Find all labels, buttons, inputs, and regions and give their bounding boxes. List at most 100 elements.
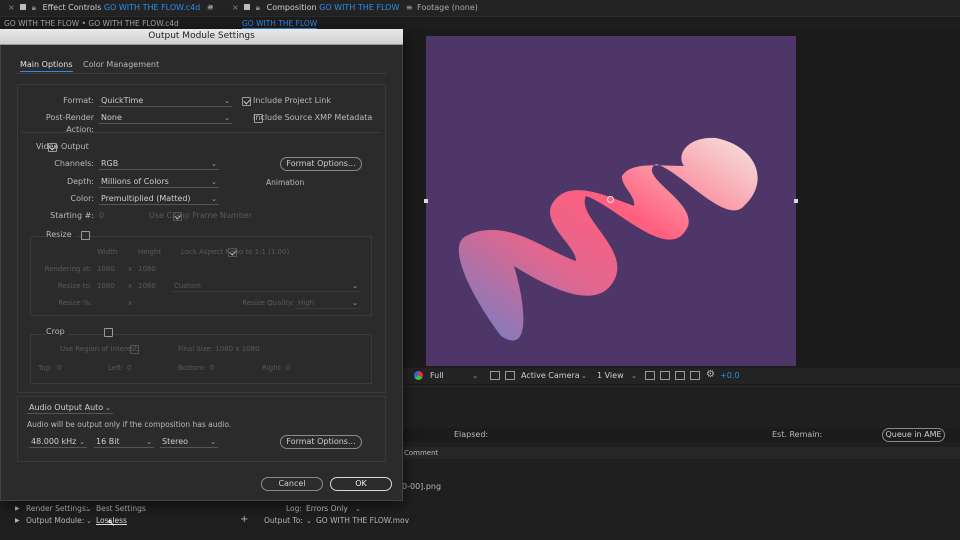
- mouse-cursor-icon: ↖: [107, 518, 116, 529]
- add-output-module-icon[interactable]: +: [240, 514, 248, 526]
- sample-rate-select[interactable]: 48.000 kHz ⌄: [29, 436, 87, 448]
- include-project-link-label: Include Project Link: [253, 96, 331, 105]
- starting-number-label: Starting #:: [50, 211, 94, 220]
- effect-controls-path: GO WITH THE FLOW • GO WITH THE FLOW.c4d: [4, 19, 179, 28]
- canvas-handle-right[interactable]: [794, 199, 798, 203]
- rendering-width: 1080: [97, 265, 115, 273]
- crop-bottom-label: Bottom:: [178, 364, 207, 372]
- color-select[interactable]: Premultiplied (Matted) ⌄: [99, 193, 219, 205]
- crop-left-value[interactable]: 0: [127, 362, 131, 374]
- output-file-fragment[interactable]: 0-00].png: [402, 481, 441, 493]
- include-project-link-checkbox[interactable]: [242, 97, 251, 106]
- lock-icon[interactable]: 🔒︎: [32, 3, 36, 12]
- exposure-value[interactable]: +0.0: [720, 371, 739, 380]
- tab-color-management[interactable]: Color Management: [83, 59, 159, 71]
- panel-icon: [244, 4, 251, 10]
- view-layout-select[interactable]: 1 View ⌄: [595, 370, 639, 382]
- crop-top-value[interactable]: 0: [57, 362, 61, 374]
- resolution-select[interactable]: Full ⌄: [428, 370, 480, 382]
- exposure-reset-icon[interactable]: ⚙: [706, 369, 715, 380]
- close-icon[interactable]: ×: [232, 3, 239, 12]
- format-select[interactable]: QuickTime ⌄: [99, 95, 232, 107]
- section-divider: [22, 132, 380, 133]
- audio-channels-select[interactable]: Stereo ⌄: [160, 436, 218, 448]
- effect-controls-target: GO WITH THE FLOW.c4d: [103, 3, 201, 12]
- render-settings-label: Render Settings:: [26, 504, 89, 513]
- chevron-down-icon[interactable]: ⌄: [306, 515, 312, 527]
- queue-header-row: [402, 447, 960, 459]
- bit-depth-select[interactable]: 16 Bit ⌄: [94, 436, 154, 448]
- composition-target: GO WITH THE FLOW: [319, 3, 400, 12]
- depth-select[interactable]: Millions of Colors ⌄: [99, 176, 219, 188]
- lock-aspect-label: Lock Aspect Ratio to 1:1 (1.00): [181, 248, 290, 256]
- resize-to-width[interactable]: 1080: [97, 280, 115, 292]
- crop-right-value[interactable]: 0: [286, 362, 290, 374]
- height-header: Height: [138, 248, 162, 256]
- log-value[interactable]: Errors Only: [306, 503, 348, 515]
- codec-text: Animation: [266, 178, 305, 187]
- resize-preset-select[interactable]: Custom ⌄: [172, 280, 360, 292]
- color-channel-icon[interactable]: [414, 371, 423, 380]
- format-label: Format:: [63, 96, 94, 105]
- comment-column-header: Comment: [404, 449, 439, 457]
- crop-label: Crop: [46, 326, 68, 338]
- resize-label: Resize: [46, 229, 75, 241]
- resize-quality-select[interactable]: High ⌄: [296, 297, 360, 309]
- audio-output-select[interactable]: Audio Output Auto ⌄: [27, 402, 113, 414]
- resize-checkbox[interactable]: [81, 231, 91, 240]
- composition-subtab[interactable]: GO WITH THE FLOW: [242, 19, 318, 29]
- output-to-value[interactable]: GO WITH THE FLOW.mov: [316, 515, 409, 527]
- depth-label: Depth:: [66, 177, 94, 186]
- effect-controls-label: Effect Controls: [42, 3, 102, 12]
- resize-to-height[interactable]: 1080: [138, 280, 156, 292]
- camera-select[interactable]: Active Camera ⌄: [519, 370, 589, 382]
- audio-note: Audio will be output only if the composi…: [27, 420, 232, 429]
- render-settings-value[interactable]: Best Settings: [96, 503, 146, 515]
- crop-bottom-value[interactable]: 0: [210, 362, 214, 374]
- expand-render-settings-icon[interactable]: ▶: [15, 503, 20, 515]
- resize-quality-label: Resize Quality:: [242, 299, 294, 307]
- post-render-select[interactable]: None ⌄: [99, 112, 232, 124]
- composition-tab[interactable]: × 🔒︎ Composition GO WITH THE FLOW ≡: [232, 3, 413, 13]
- effect-controls-tab[interactable]: × 🔒︎ Effect Controls GO WITH THE FLOW.c4…: [8, 3, 214, 13]
- region-icon[interactable]: [490, 371, 500, 380]
- crop-checkbox[interactable]: [104, 328, 114, 337]
- log-label: Log:: [286, 504, 302, 513]
- starting-number-value[interactable]: 0: [99, 210, 104, 222]
- channels-select[interactable]: RGB ⌄: [99, 158, 219, 170]
- ok-button[interactable]: OK: [330, 477, 392, 491]
- crop-panel: [30, 334, 372, 384]
- output-to-label: Output To:: [264, 516, 303, 525]
- lock-icon[interactable]: 🔒︎: [256, 3, 260, 12]
- tab-divider: [16, 73, 386, 74]
- expand-output-module-icon[interactable]: ▶: [15, 515, 20, 527]
- panel-icon: [20, 4, 27, 10]
- tab-main-options[interactable]: Main Options: [20, 59, 73, 72]
- audio-format-options-button[interactable]: Format Options...: [280, 435, 362, 449]
- video-format-options-button[interactable]: Format Options...: [280, 157, 362, 171]
- anchor-point-icon[interactable]: [607, 196, 614, 203]
- flowchart-icon[interactable]: [690, 371, 700, 380]
- panel-overflow-icon[interactable]: »: [208, 2, 214, 12]
- pixel-aspect-icon[interactable]: [645, 371, 655, 380]
- timeline-icon[interactable]: [675, 371, 685, 380]
- chevron-down-icon[interactable]: ⌄: [86, 515, 92, 527]
- chevron-down-icon[interactable]: ⌄: [86, 503, 92, 515]
- rendering-x: x: [128, 265, 133, 273]
- footage-tab[interactable]: Footage (none): [417, 3, 478, 12]
- chevron-down-icon[interactable]: ⌄: [355, 503, 361, 515]
- fast-preview-icon[interactable]: [660, 371, 670, 380]
- queue-in-ame-button[interactable]: Queue in AME: [882, 428, 945, 442]
- video-output-label: Video Output: [36, 142, 89, 151]
- resize-to-x: x: [128, 282, 133, 290]
- dialog-title: Output Module Settings: [148, 31, 255, 41]
- canvas-handle-left[interactable]: [424, 199, 428, 203]
- crop-top-label: Top:: [38, 364, 53, 372]
- panel-menu-icon[interactable]: ≡: [406, 3, 413, 12]
- resize-to-label: Resize to:: [57, 282, 92, 290]
- rendering-height: 1080: [138, 265, 156, 273]
- transparency-grid-icon[interactable]: [505, 371, 515, 380]
- elapsed-label: Elapsed:: [454, 430, 489, 439]
- cancel-button[interactable]: Cancel: [261, 477, 323, 491]
- close-icon[interactable]: ×: [8, 3, 15, 12]
